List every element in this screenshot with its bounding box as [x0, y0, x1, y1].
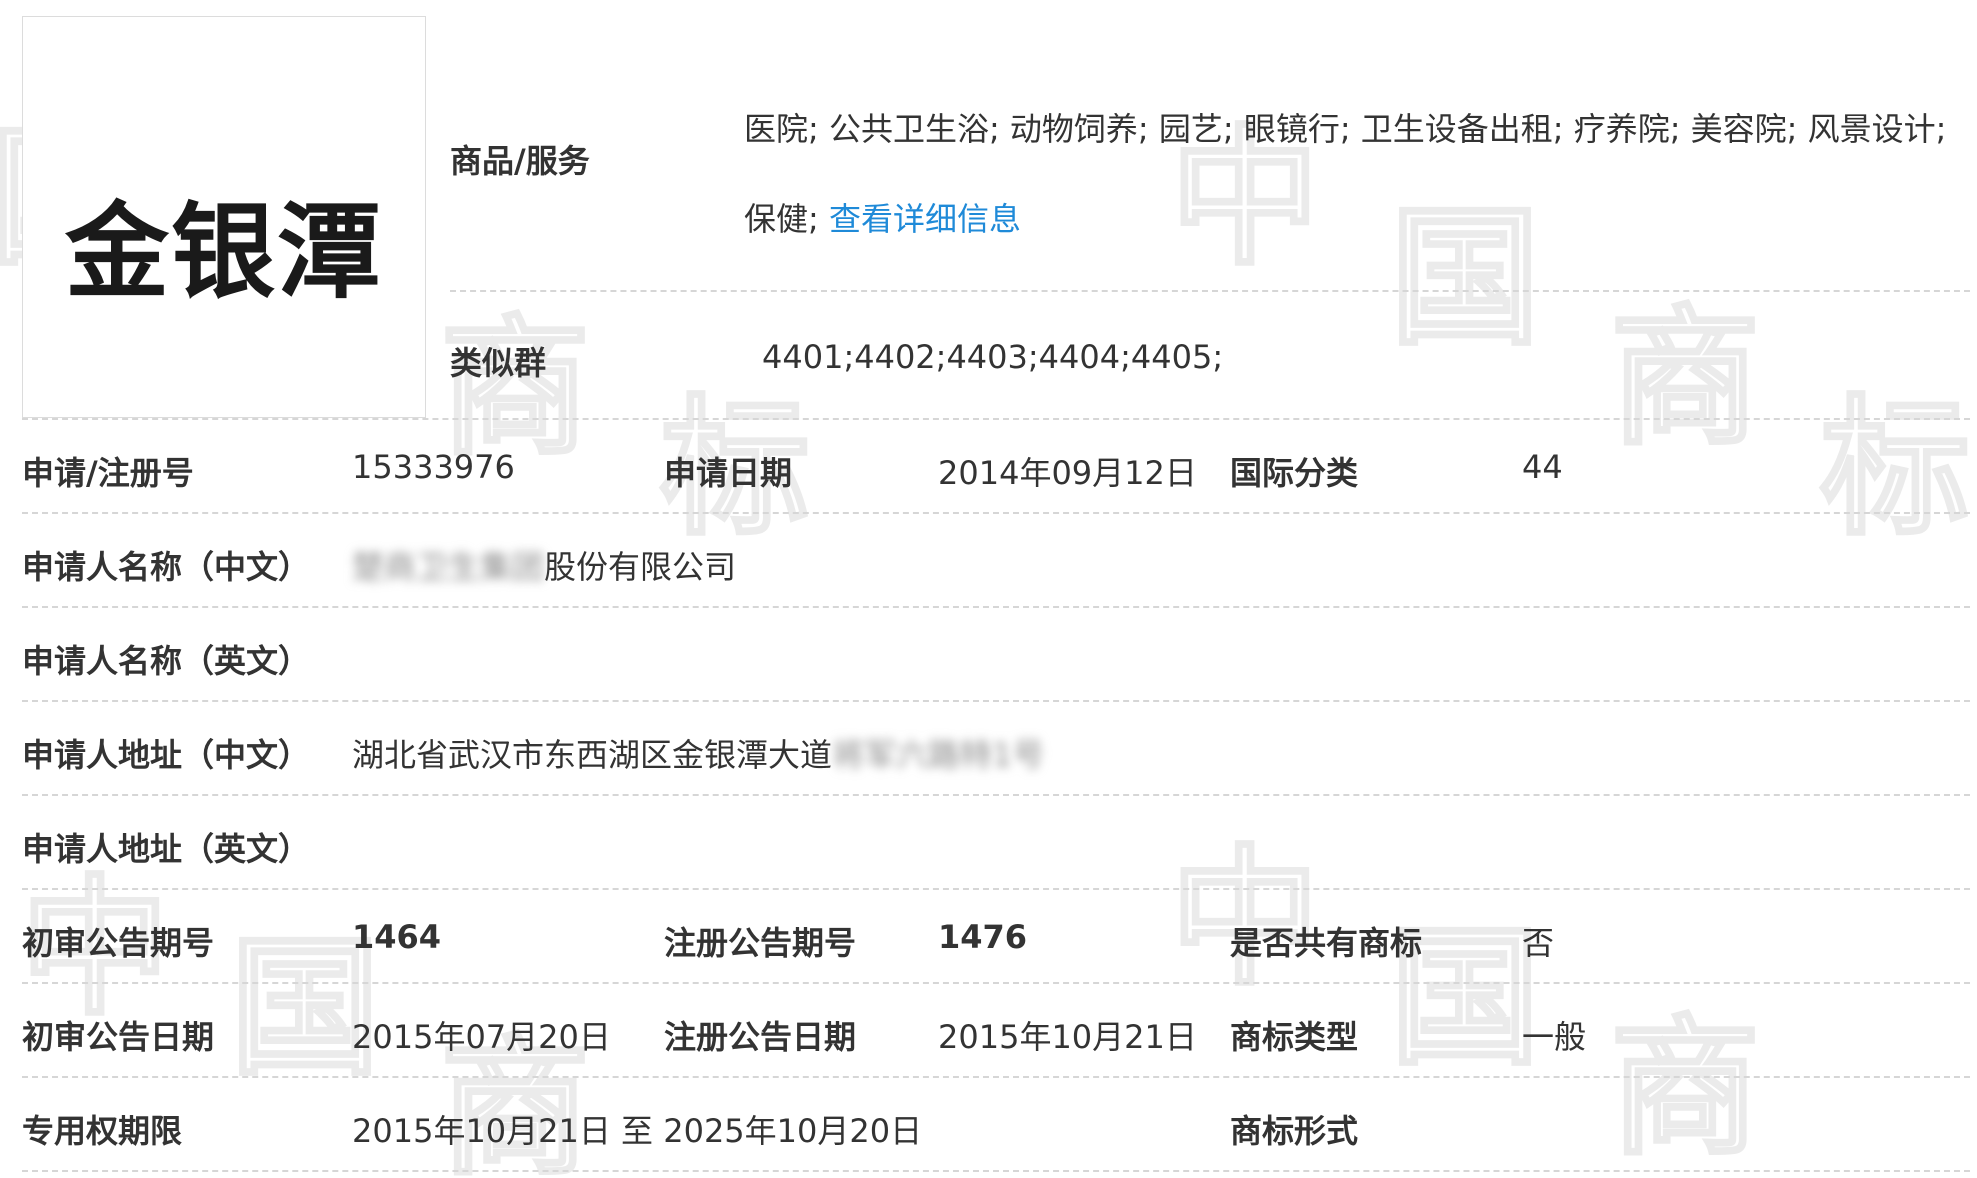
- separator: [22, 606, 1970, 608]
- goods-services-label: 商品/服务: [450, 142, 590, 180]
- svg-text:商: 商: [1610, 1002, 1760, 1176]
- redacted-text: 将军六路特1号: [832, 736, 1045, 774]
- separator: [22, 888, 1970, 890]
- trademark-image: 金银潭: [22, 16, 426, 418]
- trademark-mark-text: 金银潭: [64, 191, 383, 313]
- separator: [22, 1170, 1970, 1172]
- reg-announce-date-value: 2015年10月21日: [938, 1018, 1197, 1056]
- intl-class-value: 44: [1522, 448, 1563, 486]
- separator: [22, 794, 1970, 796]
- svg-text:商: 商: [1610, 292, 1760, 466]
- exclusive-period-value: 2015年10月21日 至 2025年10月20日: [352, 1112, 923, 1150]
- applicant-address-en-label: 申请人地址（英文）: [22, 830, 311, 868]
- trademark-type-value: 一般: [1522, 1018, 1587, 1056]
- trademark-type-label: 商标类型: [1230, 1018, 1359, 1056]
- applicant-name-en-label: 申请人名称（英文）: [22, 642, 311, 680]
- reg-announce-no-value: 1476: [938, 918, 1028, 956]
- reg-number-value: 15333976: [352, 448, 515, 486]
- trademark-form-label: 商标形式: [1230, 1112, 1359, 1150]
- intl-class-label: 国际分类: [1230, 454, 1359, 492]
- separator: [22, 418, 1970, 420]
- prelim-announce-no-value: 1464: [352, 918, 442, 956]
- separator: [22, 700, 1970, 702]
- application-date-label: 申请日期: [664, 454, 793, 492]
- separator: [22, 512, 1970, 514]
- view-details-link[interactable]: 查看详细信息: [829, 200, 1021, 238]
- svg-text:标: 标: [1820, 382, 1970, 556]
- applicant-address-cn-value: 湖北省武汉市东西湖区金银潭大道将军六路特1号: [352, 730, 1044, 776]
- exclusive-period-label: 专用权期限: [22, 1112, 183, 1150]
- separator: [22, 982, 1970, 984]
- applicant-name-cn-value: 楚商卫生集团股份有限公司: [352, 542, 736, 588]
- shared-trademark-label: 是否共有商标: [1230, 924, 1423, 962]
- reg-announce-no-label: 注册公告期号: [664, 924, 857, 962]
- separator: [450, 290, 1970, 292]
- goods-services-value: 医院; 公共卫生浴; 动物饲养; 园艺; 眼镜行; 卫生设备出租; 疗养院; 美…: [744, 84, 1964, 264]
- prelim-announce-date-label: 初审公告日期: [22, 1018, 215, 1056]
- prelim-announce-date-value: 2015年07月20日: [352, 1018, 611, 1056]
- application-date-value: 2014年09月12日: [938, 454, 1197, 492]
- applicant-name-cn-suffix: 股份有限公司: [544, 548, 737, 586]
- prelim-announce-no-label: 初审公告期号: [22, 924, 215, 962]
- applicant-address-cn-prefix: 湖北省武汉市东西湖区金银潭大道: [352, 736, 833, 774]
- redacted-text: 楚商卫生集团: [352, 548, 545, 586]
- applicant-name-cn-label: 申请人名称（中文）: [22, 548, 311, 586]
- separator: [22, 1076, 1970, 1078]
- shared-trademark-value: 否: [1522, 924, 1555, 962]
- reg-number-label: 申请/注册号: [22, 454, 194, 492]
- similar-groups-label: 类似群: [450, 344, 547, 382]
- applicant-address-cn-label: 申请人地址（中文）: [22, 736, 311, 774]
- similar-groups-value: 4401;4402;4403;4404;4405;: [762, 338, 1224, 376]
- reg-announce-date-label: 注册公告日期: [664, 1018, 857, 1056]
